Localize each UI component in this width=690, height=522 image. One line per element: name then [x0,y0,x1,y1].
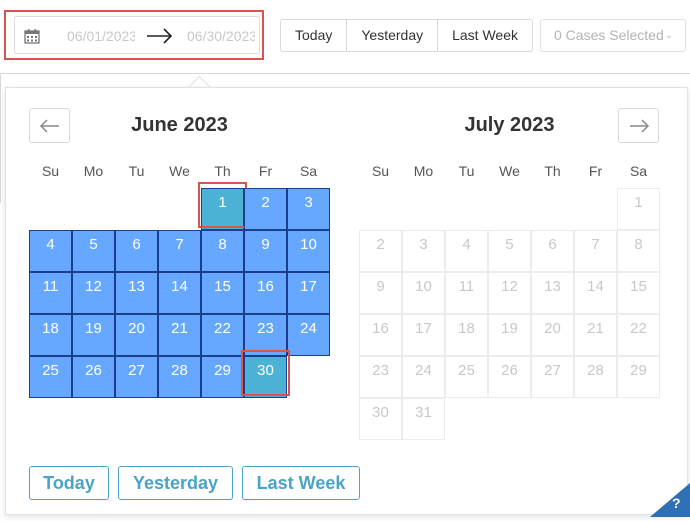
june-day-15[interactable]: 15 [201,272,244,314]
start-date-input[interactable] [67,26,135,46]
weekday-label: Su [371,163,390,179]
weekday-label: Tu [458,163,475,179]
july-day-10[interactable]: 10 [402,272,445,314]
july-day-18[interactable]: 18 [445,314,488,356]
june-day-19[interactable]: 19 [72,314,115,356]
footer-today-button[interactable]: Today [29,466,109,500]
june-day-14[interactable]: 14 [158,272,201,314]
weekday-label: Fr [588,163,603,179]
footer-last-week-button[interactable]: Last Week [242,466,360,500]
july-day-29[interactable]: 29 [617,356,660,398]
july-day-13[interactable]: 13 [531,272,574,314]
arrow-right-icon [145,26,175,46]
july-day-31[interactable]: 31 [402,398,445,440]
june-day-16[interactable]: 16 [244,272,287,314]
july-day-23[interactable]: 23 [359,356,402,398]
date-range-field[interactable] [14,16,260,54]
june-day-29[interactable]: 29 [201,356,244,398]
june-day-2[interactable]: 2 [244,188,287,230]
july-day-21[interactable]: 21 [574,314,617,356]
june-day-17[interactable]: 17 [287,272,330,314]
right-month-title: July 2023 [464,114,555,136]
july-day-1[interactable]: 1 [617,188,660,230]
june-day-24[interactable]: 24 [287,314,330,356]
quick-last-week-button[interactable]: Last Week [438,20,532,51]
left-month-title: June 2023 [131,114,228,136]
july-day-5[interactable]: 5 [488,230,531,272]
weekday-label: Fr [258,163,273,179]
july-day-8[interactable]: 8 [617,230,660,272]
june-day-26[interactable]: 26 [72,356,115,398]
june-day-6[interactable]: 6 [115,230,158,272]
july-day-19[interactable]: 19 [488,314,531,356]
weekday-label: Mo [413,163,434,179]
cases-select[interactable]: 0 Cases Selected ⌄ [540,19,686,52]
june-day-23[interactable]: 23 [244,314,287,356]
june-day-22[interactable]: 22 [201,314,244,356]
july-day-9[interactable]: 9 [359,272,402,314]
july-day-24[interactable]: 24 [402,356,445,398]
july-day-25[interactable]: 25 [445,356,488,398]
weekday-label: We [169,163,190,179]
july-day-16[interactable]: 16 [359,314,402,356]
july-day-6[interactable]: 6 [531,230,574,272]
june-day-11[interactable]: 11 [29,272,72,314]
weekday-label: Tu [128,163,145,179]
weekday-label: Sa [299,163,318,179]
quick-today-button[interactable]: Today [281,20,348,51]
june-day-3[interactable]: 3 [287,188,330,230]
june-day-12[interactable]: 12 [72,272,115,314]
june-day-13[interactable]: 13 [115,272,158,314]
help-button[interactable]: ? [650,483,690,517]
july-day-15[interactable]: 15 [617,272,660,314]
june-day-5[interactable]: 5 [72,230,115,272]
end-date-input[interactable] [187,26,255,46]
help-label: ? [672,495,681,511]
july-day-3[interactable]: 3 [402,230,445,272]
calendar-icon [24,28,40,44]
june-day-1[interactable]: 1 [201,188,244,230]
july-day-28[interactable]: 28 [574,356,617,398]
weekday-label: Th [214,163,231,179]
weekday-label: Th [544,163,561,179]
june-day-4[interactable]: 4 [29,230,72,272]
background-divider [0,73,690,74]
july-day-27[interactable]: 27 [531,356,574,398]
june-day-8[interactable]: 8 [201,230,244,272]
june-day-30[interactable]: 30 [244,356,287,398]
june-day-9[interactable]: 9 [244,230,287,272]
july-day-4[interactable]: 4 [445,230,488,272]
june-day-10[interactable]: 10 [287,230,330,272]
june-day-25[interactable]: 25 [29,356,72,398]
weekday-label: Mo [83,163,104,179]
june-day-20[interactable]: 20 [115,314,158,356]
date-range-picker [4,10,264,60]
june-day-21[interactable]: 21 [158,314,201,356]
july-day-20[interactable]: 20 [531,314,574,356]
july-day-17[interactable]: 17 [402,314,445,356]
july-day-26[interactable]: 26 [488,356,531,398]
background-divider [0,73,1,203]
june-day-7[interactable]: 7 [158,230,201,272]
july-day-11[interactable]: 11 [445,272,488,314]
july-day-2[interactable]: 2 [359,230,402,272]
chevron-down-icon: ⌄ [664,30,673,41]
cases-select-label: 0 Cases Selected [554,27,664,43]
june-day-28[interactable]: 28 [158,356,201,398]
weekday-label: Sa [629,163,648,179]
june-day-27[interactable]: 27 [115,356,158,398]
july-day-12[interactable]: 12 [488,272,531,314]
weekday-label: Su [41,163,60,179]
june-day-18[interactable]: 18 [29,314,72,356]
july-day-14[interactable]: 14 [574,272,617,314]
july-day-30[interactable]: 30 [359,398,402,440]
july-day-7[interactable]: 7 [574,230,617,272]
weekday-label: We [499,163,520,179]
quick-yesterday-button[interactable]: Yesterday [347,20,439,51]
footer-yesterday-button[interactable]: Yesterday [118,466,233,500]
quick-range-group: Today Yesterday Last Week [280,19,533,52]
july-day-22[interactable]: 22 [617,314,660,356]
